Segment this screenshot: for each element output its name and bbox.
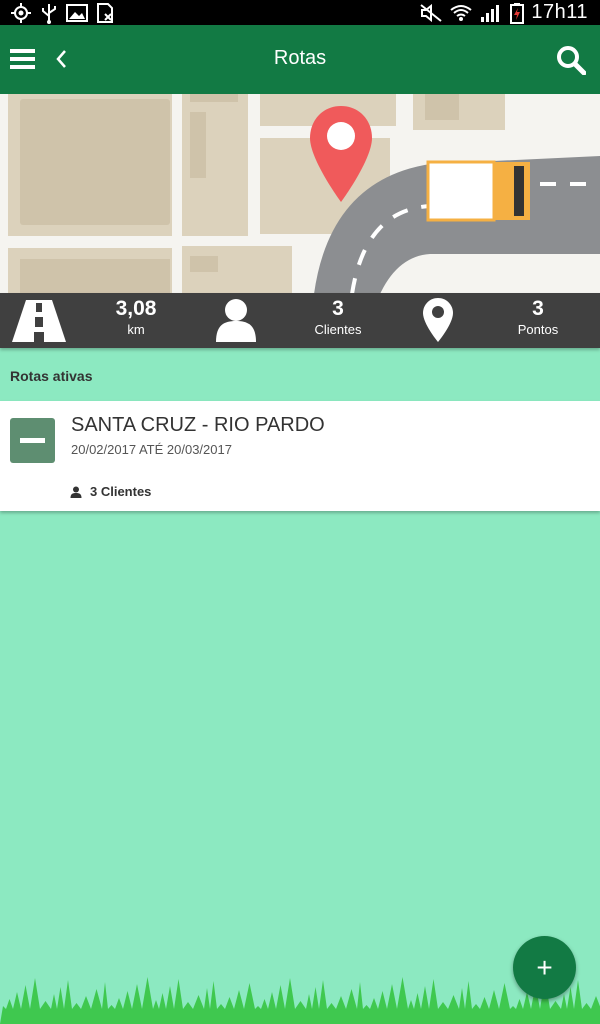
points-stat: 3 Pontos [488,297,588,339]
search-icon[interactable] [556,45,586,75]
person-small-icon [70,486,82,498]
sim-off-icon [97,2,113,23]
page-title: Rotas [273,47,327,69]
clients-value: 3 [332,297,344,320]
clock: 17h11 [531,1,588,23]
map-pin-icon [423,298,453,342]
route-clients-count: 3 Clientes [90,484,152,499]
route-map-illustration [0,94,600,294]
signal-icon [481,4,500,22]
active-routes-header: Rotas ativas [10,368,93,384]
distance-stat: 3,08 km [86,297,186,339]
road-icon [12,300,66,342]
wifi-icon [450,4,472,21]
route-stats-bar: 3,08 km 3 Clientes 3 Pontos [0,293,600,348]
mute-icon [420,3,442,22]
usb-icon [42,3,56,24]
points-value: 3 [532,297,544,320]
route-name: SANTA CRUZ - RIO PARDO [71,414,325,436]
app-bar: Rotas [0,25,600,94]
person-icon [216,299,256,342]
points-label: Pontos [517,322,559,337]
status-bar: 17h11 [0,0,600,25]
battery-charging-icon [510,2,525,24]
grass-decoration [0,977,600,1024]
route-list-item[interactable]: SANTA CRUZ - RIO PARDO 20/02/2017 ATÉ 20… [0,401,600,511]
gps-icon [11,2,31,23]
map-graphic [0,94,600,294]
route-clients: 3 Clientes [70,484,151,499]
add-route-button[interactable]: + [513,936,576,999]
distance-unit: km [127,322,145,337]
image-icon [66,3,88,22]
clients-stat: 3 Clientes [288,297,388,339]
collapse-toggle-button[interactable] [10,418,55,463]
route-dates: 20/02/2017 ATÉ 20/03/2017 [71,442,232,457]
distance-value: 3,08 [115,297,157,320]
clients-label: Clientes [314,322,362,337]
